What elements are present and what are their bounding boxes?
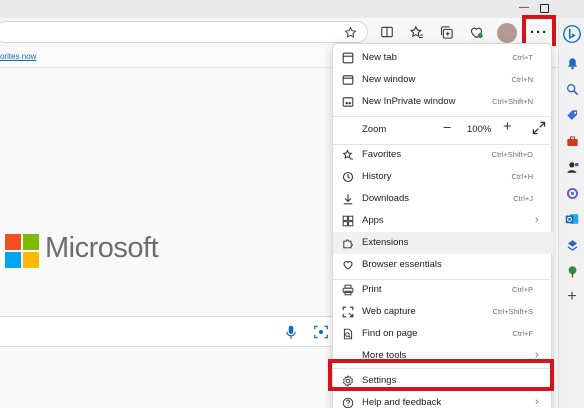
menu-item-shortcut: Ctrl+Shift+S bbox=[492, 307, 533, 316]
menu-item-shortcut: Ctrl+Shift+N bbox=[492, 97, 533, 106]
menu-item-print[interactable]: Print Ctrl+P bbox=[333, 279, 553, 301]
microsoft-wordmark: Microsoft bbox=[45, 232, 159, 264]
browser-essentials-icon[interactable] bbox=[467, 23, 485, 41]
apps-icon bbox=[341, 214, 355, 228]
extensions-icon bbox=[341, 236, 355, 250]
menu-item-label: Browser essentials bbox=[362, 259, 442, 270]
menu-item-label: Print bbox=[362, 284, 382, 295]
menu-separator bbox=[333, 116, 553, 117]
add-icon[interactable]: + bbox=[564, 288, 580, 305]
menu-item-label: Favorites bbox=[362, 149, 402, 160]
favorites-icon bbox=[341, 148, 355, 162]
profile-avatar[interactable] bbox=[497, 23, 517, 43]
browser-window: — ··· orites now Microsoft + New tab Ctr… bbox=[0, 0, 584, 408]
shopping-tag-icon[interactable] bbox=[564, 107, 580, 123]
menu-item-web-capture[interactable]: Web capture Ctrl+Shift+S bbox=[333, 301, 553, 323]
menu-item-shortcut: Ctrl+N bbox=[511, 75, 533, 84]
menu-item-shortcut: Ctrl+F bbox=[512, 329, 533, 338]
copilot-icon[interactable] bbox=[563, 25, 581, 43]
zoom-out-button[interactable]: − bbox=[443, 119, 451, 135]
menu-item-label: Web capture bbox=[362, 306, 416, 317]
menu-item-zoom: Zoom − 100% + bbox=[333, 118, 553, 142]
microsoft-logo bbox=[5, 234, 39, 268]
download-icon bbox=[341, 192, 355, 206]
favorites-icon[interactable] bbox=[407, 23, 425, 41]
zoom-label: Zoom bbox=[362, 124, 387, 135]
notification-bell-icon[interactable] bbox=[564, 55, 580, 71]
menu-item-label: New tab bbox=[362, 52, 397, 63]
inprivate-icon bbox=[341, 95, 355, 109]
maximize-button[interactable] bbox=[540, 4, 549, 13]
menu-item-label: Extensions bbox=[362, 237, 409, 248]
title-bar: — bbox=[0, 0, 584, 18]
printer-icon bbox=[341, 283, 355, 297]
web-search-box[interactable] bbox=[0, 316, 341, 347]
history-icon bbox=[341, 170, 355, 184]
address-bar[interactable] bbox=[0, 21, 368, 43]
find-icon bbox=[341, 327, 355, 341]
menu-item-new-inprivate-window[interactable]: New InPrivate window Ctrl+Shift+N bbox=[333, 91, 553, 113]
search-icon[interactable] bbox=[564, 81, 580, 97]
menu-item-apps[interactable]: Apps › bbox=[333, 210, 553, 232]
settings-and-more-menu: New tab Ctrl+T New window Ctrl+N New InP… bbox=[332, 43, 553, 408]
star-icon[interactable] bbox=[341, 23, 359, 41]
collections-icon[interactable] bbox=[437, 23, 455, 41]
edge-sidebar: + bbox=[558, 18, 584, 408]
tree-icon[interactable] bbox=[564, 263, 580, 279]
menu-item-help-and-feedback[interactable]: Help and feedback › bbox=[333, 392, 553, 408]
chevron-right-icon: › bbox=[535, 214, 539, 226]
menu-item-extensions[interactable]: Extensions bbox=[333, 232, 553, 254]
zoom-level: 100% bbox=[467, 124, 492, 135]
menu-item-history[interactable]: History Ctrl+H bbox=[333, 166, 553, 188]
menu-item-label: Apps bbox=[362, 215, 384, 226]
full-screen-icon[interactable] bbox=[532, 121, 546, 135]
menu-item-favorites[interactable]: Favorites Ctrl+Shift+O bbox=[333, 144, 553, 166]
visual-search-icon[interactable] bbox=[312, 323, 330, 341]
games-icon[interactable] bbox=[564, 159, 580, 175]
menu-item-shortcut: Ctrl+Shift+O bbox=[491, 150, 533, 159]
tools-icon[interactable] bbox=[564, 133, 580, 149]
menu-item-shortcut: Ctrl+H bbox=[511, 172, 533, 181]
menu-item-downloads[interactable]: Downloads Ctrl+J bbox=[333, 188, 553, 210]
menu-item-shortcut: Ctrl+T bbox=[512, 53, 533, 62]
menu-item-label: Find on page bbox=[362, 328, 418, 339]
drop-icon[interactable] bbox=[564, 237, 580, 253]
menu-item-label: Help and feedback bbox=[362, 397, 442, 408]
menu-item-new-window[interactable]: New window Ctrl+N bbox=[333, 69, 553, 91]
microsoft-365-icon[interactable] bbox=[564, 185, 580, 201]
web-capture-icon bbox=[341, 305, 355, 319]
new-tab-icon bbox=[341, 51, 355, 65]
help-icon bbox=[341, 396, 355, 408]
menu-item-find-on-page[interactable]: Find on page Ctrl+F bbox=[333, 323, 553, 345]
menu-item-label: New window bbox=[362, 74, 416, 85]
menu-item-label: Downloads bbox=[362, 193, 409, 204]
zoom-in-button[interactable]: + bbox=[503, 118, 512, 135]
outlook-icon[interactable] bbox=[564, 211, 580, 227]
browser-toolbar: ··· bbox=[0, 18, 558, 46]
menu-item-new-tab[interactable]: New tab Ctrl+T bbox=[333, 47, 553, 69]
microphone-icon[interactable] bbox=[282, 323, 300, 341]
menu-item-shortcut: Ctrl+P bbox=[511, 285, 533, 294]
menu-item-label: History bbox=[362, 171, 392, 182]
minimize-button[interactable]: — bbox=[519, 3, 529, 14]
split-screen-icon[interactable] bbox=[378, 23, 396, 41]
menu-item-browser-essentials[interactable]: Browser essentials bbox=[333, 254, 553, 276]
menu-item-shortcut: Ctrl+J bbox=[513, 194, 533, 203]
browser-essentials-icon bbox=[341, 258, 355, 272]
settings-highlight bbox=[328, 359, 554, 391]
menu-item-label: New InPrivate window bbox=[362, 96, 456, 107]
import-favorites-link[interactable]: orites now bbox=[0, 52, 36, 61]
new-window-icon bbox=[341, 73, 355, 87]
chevron-right-icon: › bbox=[535, 396, 539, 408]
